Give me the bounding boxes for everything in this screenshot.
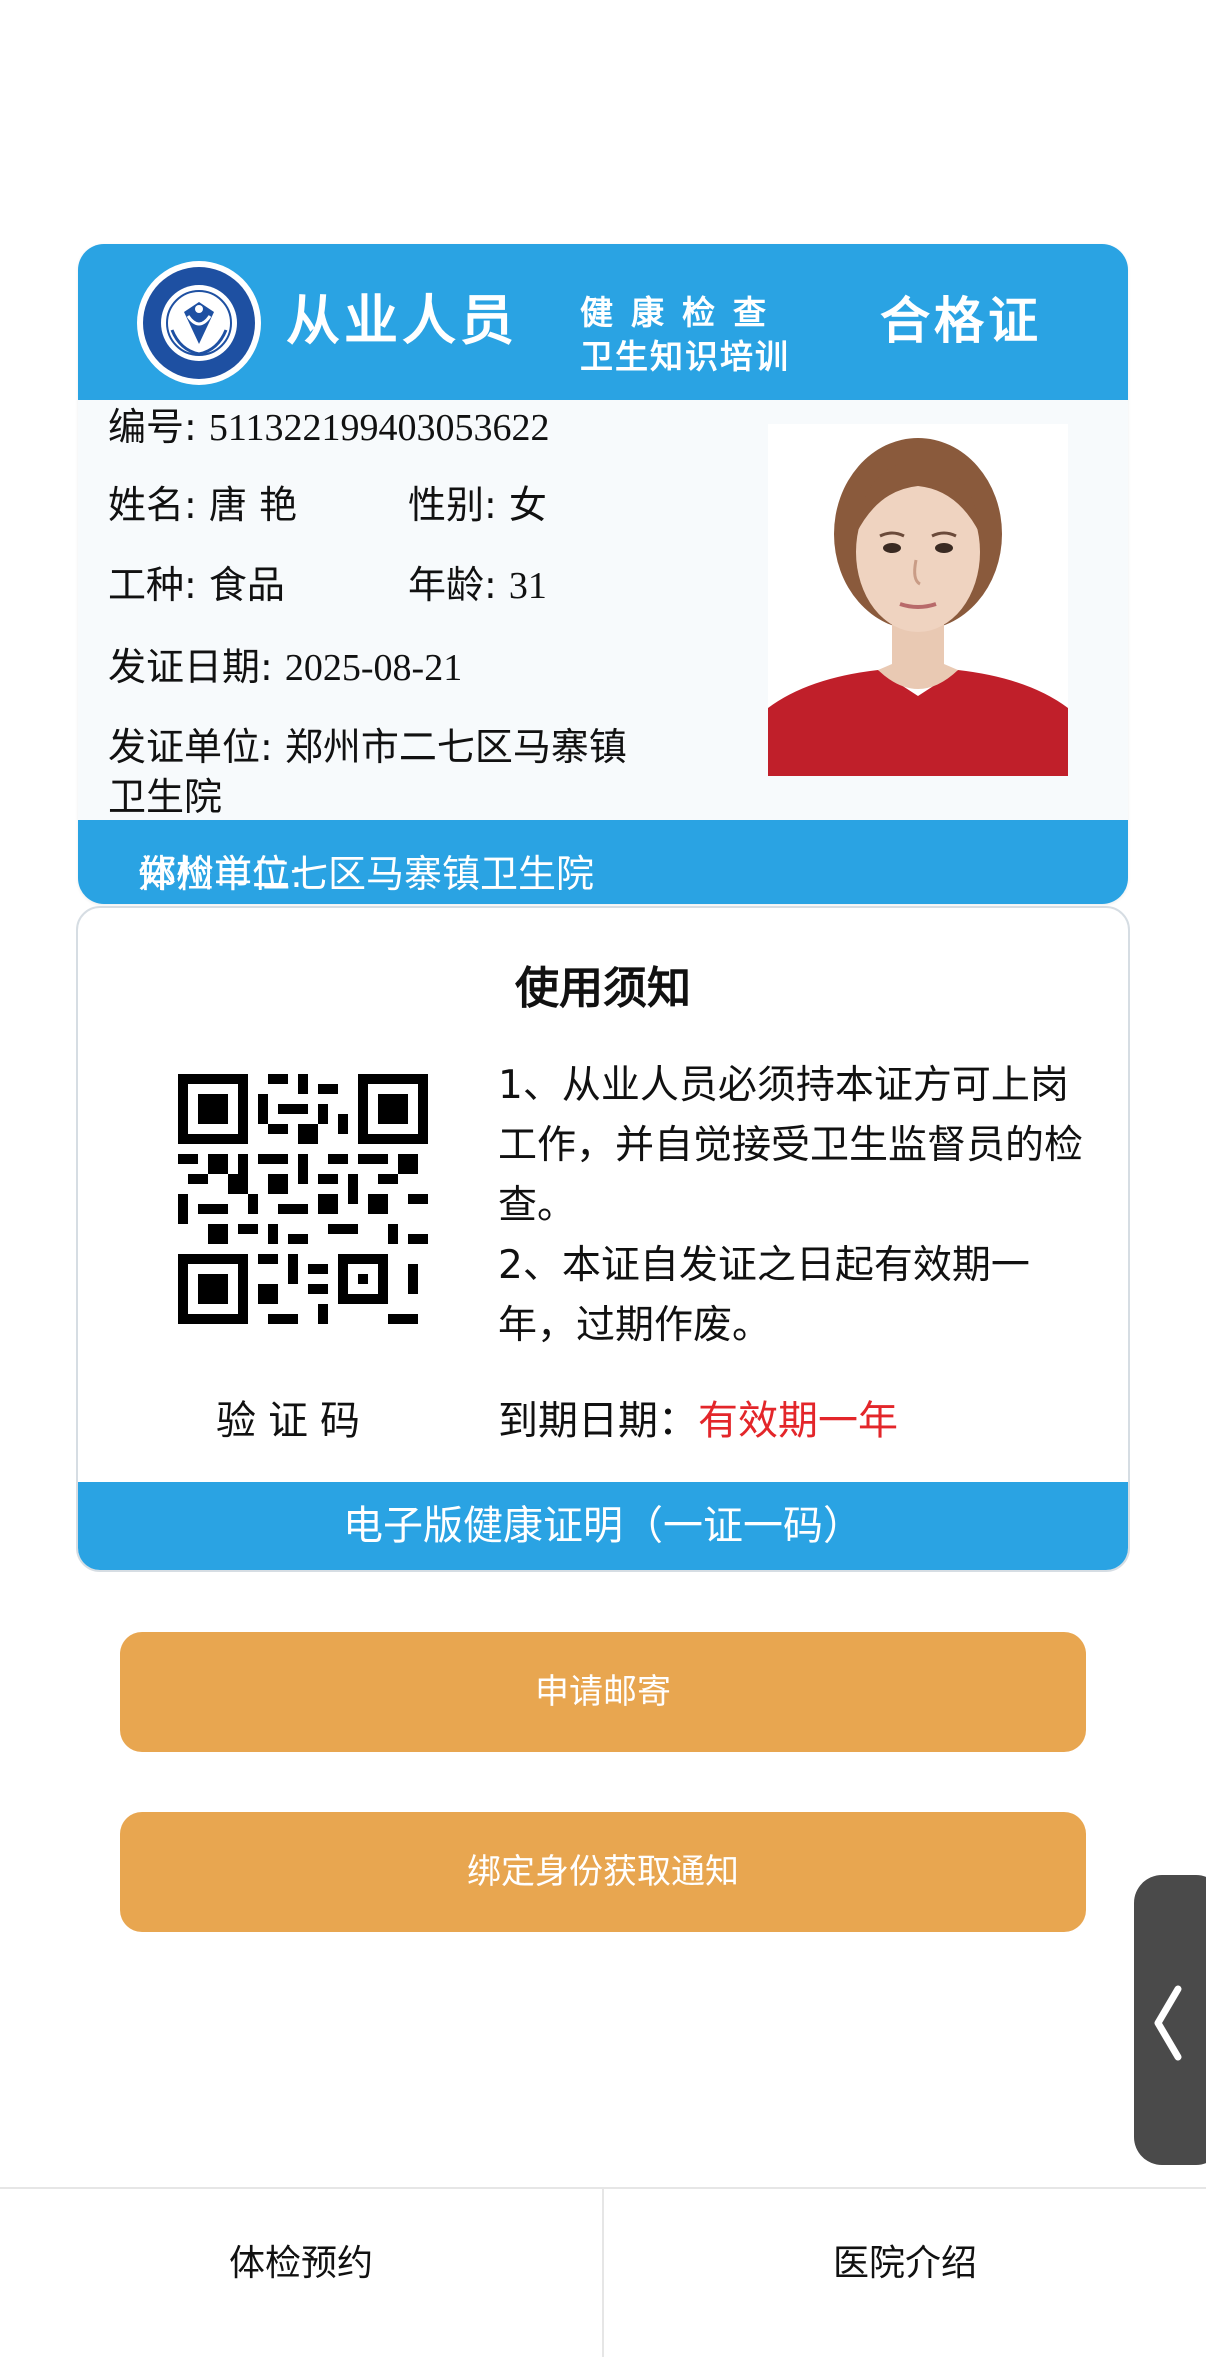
- rule-2: 2、本证自发证之日起有效期一 年，过期作废。: [498, 1236, 1128, 1356]
- rule-1-line-2: 工作，并自觉接受卫生监督员的检: [498, 1123, 1084, 1168]
- exam-unit-bar: 体检单位: 郑州市二七区马寨镇卫生院: [78, 820, 1128, 904]
- job-row: 工种: 食品: [108, 560, 285, 610]
- age-row: 年龄: 31: [408, 560, 547, 611]
- card-subtitle-line2: 卫生知识培训: [580, 337, 790, 376]
- age-label: 年龄:: [408, 563, 497, 607]
- issue-date-row: 发证日期: 2025-08-21: [108, 642, 462, 693]
- bind-identity-button[interactable]: 绑定身份获取通知: [120, 1812, 1086, 1932]
- side-drawer-tab[interactable]: [1134, 1875, 1206, 2165]
- nav-exam-booking[interactable]: 体检预约: [0, 2189, 602, 2357]
- apply-mail-button[interactable]: 申请邮寄: [120, 1632, 1086, 1752]
- rule-1-line-1: 1、从业人员必须持本证方可上岗: [498, 1063, 1069, 1108]
- rule-1-line-3: 查。: [498, 1183, 577, 1228]
- bottom-nav: 体检预约 医院介绍: [0, 2187, 1206, 2357]
- gender-value: 女: [508, 483, 547, 527]
- rule-2-line-2: 年，过期作废。: [498, 1303, 772, 1348]
- number-row: 编号: 511322199403053622: [108, 402, 550, 453]
- gender-label: 性别:: [408, 483, 497, 527]
- issuer-value-line1: 郑州市二七区马寨镇: [284, 725, 627, 769]
- job-label: 工种:: [108, 563, 197, 607]
- age-value: 31: [508, 565, 547, 607]
- job-value: 食品: [208, 563, 285, 607]
- issuer-label: 发证单位:: [108, 725, 273, 769]
- usage-notice-panel: 使用须知 1、从业人员必须持本证方可上岗 工作，并自觉接受卫生监督员的检 查。 …: [76, 906, 1130, 1572]
- number-label: 编号:: [108, 405, 197, 449]
- expiry-value: 有效期一年: [698, 1398, 898, 1444]
- name-value: 唐 艳: [208, 483, 297, 527]
- exam-unit-value: 郑州市二七区马寨镇卫生院: [138, 852, 595, 896]
- card-pass-title: 合格证: [880, 292, 1042, 350]
- rule-2-line-1: 2、本证自发证之日起有效期一: [498, 1243, 1030, 1288]
- notice-title: 使用须知: [515, 963, 691, 1014]
- nav-hospital-intro[interactable]: 医院介绍: [604, 2189, 1206, 2357]
- qr-code-icon[interactable]: [178, 1074, 428, 1324]
- name-row: 姓名: 唐 艳: [108, 480, 297, 530]
- card-header: 从业人员 健康检查 卫生知识培训 合格证: [78, 244, 1128, 400]
- name-label: 姓名:: [108, 483, 197, 527]
- issuer-value-line2: 卫生院: [108, 775, 223, 819]
- health-inspection-emblem-icon: [137, 261, 261, 385]
- card-title: 从业人员: [286, 289, 518, 352]
- electronic-certificate-label: 电子版健康证明（一证一码）: [343, 1503, 863, 1549]
- expiry-label: 到期日期：: [498, 1398, 698, 1444]
- card-subtitle-line1: 健康检查: [580, 293, 784, 332]
- verify-code-label: 验证码: [216, 1398, 372, 1444]
- portrait-photo: [768, 424, 1068, 776]
- number-value: 511322199403053622: [208, 407, 550, 449]
- issue-date-value: 2025-08-21: [284, 647, 463, 689]
- gender-row: 性别: 女: [408, 480, 547, 530]
- rule-1: 1、从业人员必须持本证方可上岗 工作，并自觉接受卫生监督员的检 查。: [498, 1056, 1128, 1236]
- expiry-row: 到期日期：有效期一年: [498, 1388, 898, 1446]
- chevron-left-icon: [1154, 1985, 1182, 2061]
- issuer-row: 发证单位: 郑州市二七区马寨镇: [108, 722, 627, 772]
- health-certificate-card: 从业人员 健康检查 卫生知识培训 合格证 编号: 511322199403053…: [78, 244, 1128, 904]
- issue-date-label: 发证日期:: [108, 645, 273, 689]
- electronic-certificate-bar: 电子版健康证明（一证一码）: [78, 1482, 1128, 1570]
